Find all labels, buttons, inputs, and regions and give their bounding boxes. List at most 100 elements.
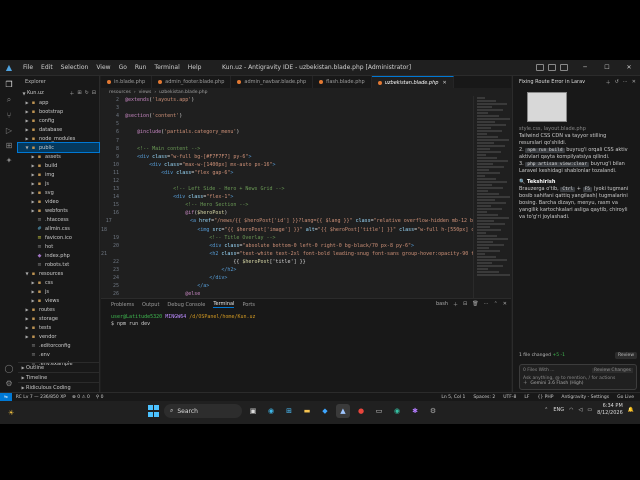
windows-start-icon[interactable]	[148, 405, 160, 417]
tray-chevron-icon[interactable]: ⌃	[544, 407, 548, 413]
status-left-item[interactable]: ⊗ 0 ⚠ 0	[72, 395, 90, 400]
folder-item[interactable]: ▶ ▪ tests	[18, 323, 99, 332]
panel-tab-problems[interactable]: Problems	[111, 302, 134, 308]
breadcrumb-item[interactable]: resources	[109, 90, 131, 95]
wifi-icon[interactable]: ◠	[569, 407, 573, 413]
toggle-secondary-sidebar-icon[interactable]	[560, 64, 568, 71]
file-item[interactable]: ≡ .editorconfig	[18, 341, 99, 350]
file-item[interactable]: ≡ robots.txt	[18, 260, 99, 269]
file-item[interactable]: ≡ .env	[18, 350, 99, 359]
folder-item[interactable]: ▶ ▪ svg	[18, 188, 99, 197]
review-changes-button[interactable]: Review Changes	[591, 368, 633, 373]
menu-item-go[interactable]: Go	[115, 64, 131, 71]
maximize-panel-icon[interactable]: ⌃	[494, 301, 498, 308]
taskbar-search[interactable]: ⌕ Search	[164, 404, 242, 418]
battery-icon[interactable]: ▭	[587, 407, 592, 413]
status-right-item[interactable]: Antigravity - Settings	[561, 395, 609, 400]
status-right-item[interactable]: {} PHP	[537, 395, 553, 400]
folder-item[interactable]: ▶ ▪ video	[18, 197, 99, 206]
folder-item[interactable]: ▶ ▪ routes	[18, 305, 99, 314]
new-chat-icon[interactable]: ＋	[606, 79, 611, 86]
editor-tab[interactable]: in.blade.php	[101, 76, 153, 88]
panel-tab-terminal[interactable]: Terminal	[213, 301, 235, 308]
split-terminal-icon[interactable]: ⊟	[463, 301, 467, 308]
antigravity-taskbar-icon[interactable]: ▲	[336, 404, 350, 418]
menu-item-terminal[interactable]: Terminal	[150, 64, 183, 71]
close-tab-icon[interactable]: ✕	[442, 80, 446, 86]
status-right-item[interactable]: UTF-8	[503, 395, 516, 400]
menu-item-edit[interactable]: Edit	[37, 64, 57, 71]
explorer-root-folder[interactable]: ▼ Kun.uz ＋ ⊞ ↻ ⊟	[18, 88, 99, 98]
trash-icon[interactable]: 🗑	[472, 301, 478, 308]
file-item[interactable]: ≡ hot	[18, 242, 99, 251]
account-icon[interactable]: ◯	[3, 364, 15, 373]
files-with-label[interactable]: 0 Files With ...	[523, 368, 555, 373]
menu-item-run[interactable]: Run	[131, 64, 151, 71]
minimap[interactable]	[473, 96, 511, 298]
folder-item[interactable]: ▶ ▪ js	[18, 179, 99, 188]
file-item[interactable]: ≡ favicon.ico	[18, 233, 99, 242]
editor-tab[interactable]: admin_footer.blade.php	[152, 76, 232, 88]
chrome-icon[interactable]: ●	[354, 404, 368, 418]
extensions-icon[interactable]: ⊞	[3, 141, 15, 150]
clock[interactable]: 6:34 PM 8/12/2026	[597, 403, 623, 417]
maximize-button[interactable]: ☐	[596, 60, 618, 76]
review-button[interactable]: Review	[614, 351, 637, 359]
folder-item[interactable]: ▶ ▪ database	[18, 125, 99, 134]
edge-dev-icon[interactable]: ◉	[390, 404, 404, 418]
panel-tab-ports[interactable]: Ports	[242, 302, 255, 308]
file-explorer-icon[interactable]: ▬	[300, 404, 314, 418]
panel-tab-output[interactable]: Output	[142, 302, 159, 308]
status-left-item[interactable]: ⚲ 0	[96, 395, 104, 400]
toggle-sidebar-icon[interactable]	[536, 64, 544, 71]
menu-item-file[interactable]: File	[19, 64, 37, 71]
add-terminal-icon[interactable]: ＋	[453, 301, 458, 308]
refresh-icon[interactable]: ↻	[85, 90, 89, 97]
folder-item[interactable]: ▶ ▪ webfonts	[18, 206, 99, 215]
status-right-item[interactable]: Ln 5, Col 1	[441, 395, 465, 400]
folder-item[interactable]: ▶ ▪ assets	[18, 152, 99, 161]
folder-item[interactable]: ▶ ▪ build	[18, 161, 99, 170]
editor-tab[interactable]: flash.blade.php	[313, 76, 372, 88]
terminal-shell-label[interactable]: bash	[436, 301, 448, 308]
status-right-item[interactable]: LF	[524, 395, 529, 400]
figma-icon[interactable]: ✱	[408, 404, 422, 418]
folder-item[interactable]: ▶ ▪ node_modules	[18, 134, 99, 143]
toggle-panel-icon[interactable]	[548, 64, 556, 71]
language-indicator[interactable]: ENG	[553, 407, 564, 413]
menu-item-help[interactable]: Help	[184, 64, 206, 71]
source-control-icon[interactable]: ⑂	[3, 111, 15, 120]
code-view[interactable]: 2 @extends('layouts.app') 3 4 @section('cont…	[101, 96, 473, 298]
minimize-button[interactable]: ─	[574, 60, 596, 76]
chat-input-box[interactable]: 0 Files With ... Review Changes Ask anyt…	[519, 364, 637, 390]
file-item[interactable]: ≡ .htaccess	[18, 215, 99, 224]
folder-item[interactable]: ▶ ▪ vendor	[18, 332, 99, 341]
attached-image-thumbnail[interactable]	[527, 92, 567, 122]
folder-item[interactable]: ▼ ▪ resources	[18, 269, 99, 278]
folder-item[interactable]: ▶ ▪ storage	[18, 314, 99, 323]
close-button[interactable]: ✕	[618, 60, 640, 76]
panel-tab-debug-console[interactable]: Debug Console	[167, 302, 205, 308]
close-panel-icon[interactable]: ✕	[503, 301, 507, 308]
explorer-icon[interactable]: ❐	[3, 80, 15, 89]
settings-gear-icon[interactable]: ⚙	[3, 379, 15, 388]
terminal-icon[interactable]: ▭	[372, 404, 386, 418]
store-icon[interactable]: ⊞	[282, 404, 296, 418]
editor-tab[interactable]: uzbekistan.blade.php ✕	[371, 76, 454, 88]
menu-item-selection[interactable]: Selection	[57, 64, 93, 71]
more-icon[interactable]: ⋯	[484, 301, 489, 308]
status-right-item[interactable]: Spaces: 2	[473, 395, 495, 400]
section-timeline[interactable]: ▶ Timeline	[18, 372, 100, 382]
new-file-icon[interactable]: ＋	[69, 90, 74, 97]
breadcrumb-item[interactable]: views	[139, 90, 152, 95]
vscode-icon[interactable]: ◆	[318, 404, 332, 418]
run-debug-icon[interactable]: ▷	[3, 126, 15, 135]
task-view-icon[interactable]: ▣	[246, 404, 260, 418]
files-changed-bar[interactable]: 1 file changed +5 -1 Review	[519, 350, 637, 360]
notifications-icon[interactable]: 🔔	[628, 407, 634, 413]
collapse-all-icon[interactable]: ⊟	[92, 90, 96, 97]
folder-item[interactable]: ▶ ▪ bootstrap	[18, 107, 99, 116]
model-selector[interactable]: ＋ Gemini 3.6 Flash (High)	[523, 380, 583, 386]
search-icon[interactable]: ⌕	[3, 95, 15, 105]
terminal-output[interactable]: user@Latitude5320 MINGW64 /d/OSPanel/hom…	[101, 310, 511, 332]
